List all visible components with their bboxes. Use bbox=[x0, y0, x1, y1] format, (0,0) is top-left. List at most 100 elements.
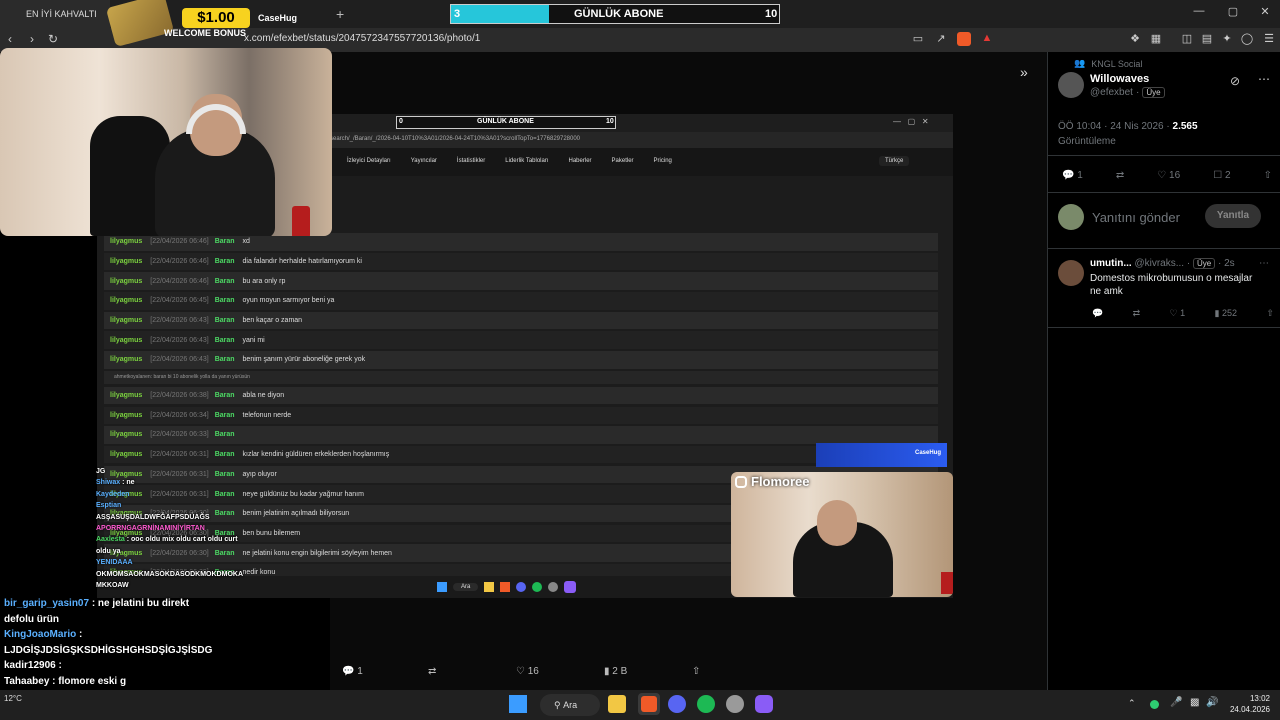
expand-panel-icon[interactable]: » bbox=[1020, 64, 1028, 80]
tweet-actions: 💬 1 ⇄ ♡ 16 ☐ 2 ⇧ bbox=[1062, 170, 1272, 181]
reload-icon[interactable]: ↻ bbox=[48, 32, 58, 46]
chat-target: Baran bbox=[214, 238, 235, 246]
chat-message: telefonun nerde bbox=[242, 411, 292, 419]
microphone-icon[interactable]: 🎤 bbox=[1170, 697, 1182, 708]
reply-action[interactable]: 💬 1 bbox=[1062, 170, 1083, 181]
overlay-chat-large: bir_garip_yasin07 : ne jelatini bu direk… bbox=[4, 596, 334, 705]
promo-amount: $1.00 bbox=[182, 8, 250, 28]
search-icon: ⚲ bbox=[554, 699, 561, 710]
spotify-icon[interactable] bbox=[697, 695, 715, 713]
reply-share-icon[interactable]: ⇧ bbox=[1266, 308, 1274, 319]
minimize-button[interactable]: — bbox=[1189, 5, 1209, 17]
goal-progress-fill bbox=[451, 5, 550, 23]
close-window-button[interactable]: ✕ bbox=[1255, 5, 1275, 18]
share-icon[interactable]: ↗ bbox=[934, 32, 948, 46]
overlay-chat-message: : ne jelatini bu direkt bbox=[91, 598, 190, 609]
tray-overflow-icon[interactable]: ⌃ bbox=[1128, 698, 1136, 709]
file-explorer-icon[interactable] bbox=[608, 695, 626, 713]
reply-view-count: 252 bbox=[1221, 308, 1238, 318]
reply-retweet-icon[interactable]: ⇄ bbox=[1133, 308, 1141, 319]
reply-avatar[interactable] bbox=[1058, 260, 1084, 286]
tray-status-icon[interactable] bbox=[1150, 700, 1159, 709]
overlay-chat-line: APORRNGAGRNİNAMINİYİRTAN bbox=[96, 523, 256, 534]
promo-brand: CaseHug bbox=[258, 13, 298, 23]
bottom-reply-action[interactable]: 💬 1 bbox=[342, 666, 363, 677]
rewards-icon[interactable]: ▲ bbox=[980, 32, 994, 46]
brave-shield-icon[interactable] bbox=[957, 32, 971, 46]
guest-label: Flomoree bbox=[735, 474, 810, 489]
chat-message: abla ne diyon bbox=[242, 392, 285, 400]
bottom-views-action[interactable]: ▮ 2 B bbox=[604, 666, 627, 677]
wallet-icon[interactable]: ▤ bbox=[1200, 32, 1214, 46]
extensions-icon[interactable]: ❖ bbox=[1128, 32, 1142, 46]
network-icon[interactable]: ▩ bbox=[1190, 697, 1199, 708]
chat-date: [22/04/2026 06:33] bbox=[150, 431, 209, 439]
sidebar-icon[interactable]: ◫ bbox=[1180, 32, 1194, 46]
volume-icon[interactable]: 🔊 bbox=[1206, 697, 1218, 708]
author-name[interactable]: Willowaves bbox=[1090, 73, 1149, 85]
discord-icon[interactable] bbox=[668, 695, 686, 713]
heart-icon: ♡ bbox=[1157, 170, 1167, 181]
maximize-button[interactable]: ▢ bbox=[1223, 5, 1243, 18]
tweet-timestamp[interactable]: ÖÖ 10:04 · 24 Nis 2026 bbox=[1058, 121, 1164, 132]
bottom-like-action[interactable]: ♡ 16 bbox=[516, 666, 539, 677]
reply-reply-icon[interactable]: 💬 bbox=[1092, 308, 1103, 319]
back-icon[interactable]: ‹ bbox=[8, 32, 12, 46]
cast-icon[interactable]: ▭ bbox=[911, 32, 925, 46]
chat-row: lilyagmus [22/04/2026 06:43] Baran yani mi bbox=[104, 331, 938, 349]
chat-row: lilyagmus [22/04/2026 06:46] Baran bu ara o… bbox=[104, 272, 938, 290]
reply-views-action[interactable]: ▮ 252 bbox=[1215, 308, 1237, 319]
chat-row: lilyagmus [22/04/2026 06:46] Baran dia fala… bbox=[104, 252, 938, 271]
reply-age: 2s bbox=[1224, 258, 1235, 269]
chat-message: neye güldünüz bu kadar yağmur hanım bbox=[242, 490, 364, 498]
tweet-meta: ÖÖ 10:04 · 24 Nis 2026 · 2.565 bbox=[1058, 121, 1198, 132]
chat-date: [22/04/2026 06:34] bbox=[150, 411, 209, 419]
avatar[interactable] bbox=[1058, 72, 1084, 98]
chat-date: [22/04/2026 06:38] bbox=[150, 392, 209, 400]
bottom-share-icon[interactable]: ⇧ bbox=[692, 666, 700, 677]
menu-icon[interactable]: ☰ bbox=[1262, 32, 1276, 46]
chat-row: lilyagmus [22/04/2026 06:43] Baran ben kaça… bbox=[104, 311, 938, 330]
tab-active[interactable]: EN İYİ KAHVALTI bbox=[0, 0, 110, 28]
bottom-retweet-icon[interactable]: ⇄ bbox=[428, 666, 436, 677]
share-action-icon[interactable]: ⇧ bbox=[1264, 170, 1272, 181]
vpn-icon[interactable]: ◯ bbox=[1240, 32, 1254, 46]
reply-icon: 💬 bbox=[1062, 170, 1075, 181]
reply-button[interactable]: Yanıtla bbox=[1205, 204, 1261, 228]
reply-author-handle[interactable]: @kivraks... bbox=[1134, 258, 1184, 269]
like-action[interactable]: ♡ 16 bbox=[1157, 170, 1180, 181]
grok-icon[interactable]: ⊘ bbox=[1230, 74, 1240, 88]
overlay-chat-user: APORRNGAGRNİNAMINİYİRTAN bbox=[96, 525, 205, 533]
steam-icon[interactable] bbox=[726, 695, 744, 713]
author-handle[interactable]: @efexbet bbox=[1090, 87, 1133, 98]
overlay-chat-message: LJDGİŞJDSİGŞKSDHİGSHGHSDŞİGJŞİSDG bbox=[4, 644, 213, 656]
chat-user: lilyagmus bbox=[110, 411, 143, 419]
tab-search-icon[interactable]: ▦ bbox=[1149, 32, 1163, 46]
weather-widget[interactable]: 12°C bbox=[4, 694, 22, 703]
nav-viewer-details: İzleyici Detayları bbox=[347, 158, 391, 164]
reply-like-action[interactable]: ♡ 1 bbox=[1170, 308, 1186, 319]
chat-date: [22/04/2026 06:43] bbox=[150, 356, 209, 364]
brave-taskbar-item[interactable] bbox=[638, 693, 660, 715]
start-button[interactable] bbox=[509, 695, 527, 713]
chat-target: Baran bbox=[214, 392, 235, 400]
retweet-action[interactable]: ⇄ bbox=[1116, 170, 1124, 181]
forward-icon[interactable]: › bbox=[30, 32, 34, 46]
clock[interactable]: 13:02 24.04.2026 bbox=[1228, 693, 1270, 715]
member-badge: Üye bbox=[1142, 87, 1165, 98]
chat-message: kızlar kendini güldüren erkeklerden hoşl… bbox=[242, 451, 390, 459]
chat-message: dia falandır herhalde hatırlamıyorum ki bbox=[242, 257, 362, 265]
bookmark-action[interactable]: ☐ 2 bbox=[1213, 170, 1230, 181]
overlay-chat-user: kadir12906 bbox=[4, 660, 56, 671]
taskbar-search[interactable]: ⚲ Ara bbox=[540, 694, 600, 716]
obs-icon[interactable] bbox=[755, 695, 773, 713]
red-object bbox=[941, 572, 953, 594]
reply-input[interactable]: Yanıtını gönder bbox=[1092, 210, 1180, 225]
more-options-icon[interactable]: ⋯ bbox=[1258, 72, 1270, 86]
reply-author-name[interactable]: umutin... bbox=[1090, 258, 1132, 269]
reply-more-icon[interactable]: ⋯ bbox=[1259, 258, 1269, 269]
leo-ai-icon[interactable]: ✦ bbox=[1220, 32, 1234, 46]
social-context: 👥 KNGL Social bbox=[1074, 58, 1142, 69]
new-tab-button[interactable]: + bbox=[336, 6, 344, 22]
inner-nav-items: İzleyici Detayları Yayıncılar İstatistik… bbox=[347, 158, 692, 164]
